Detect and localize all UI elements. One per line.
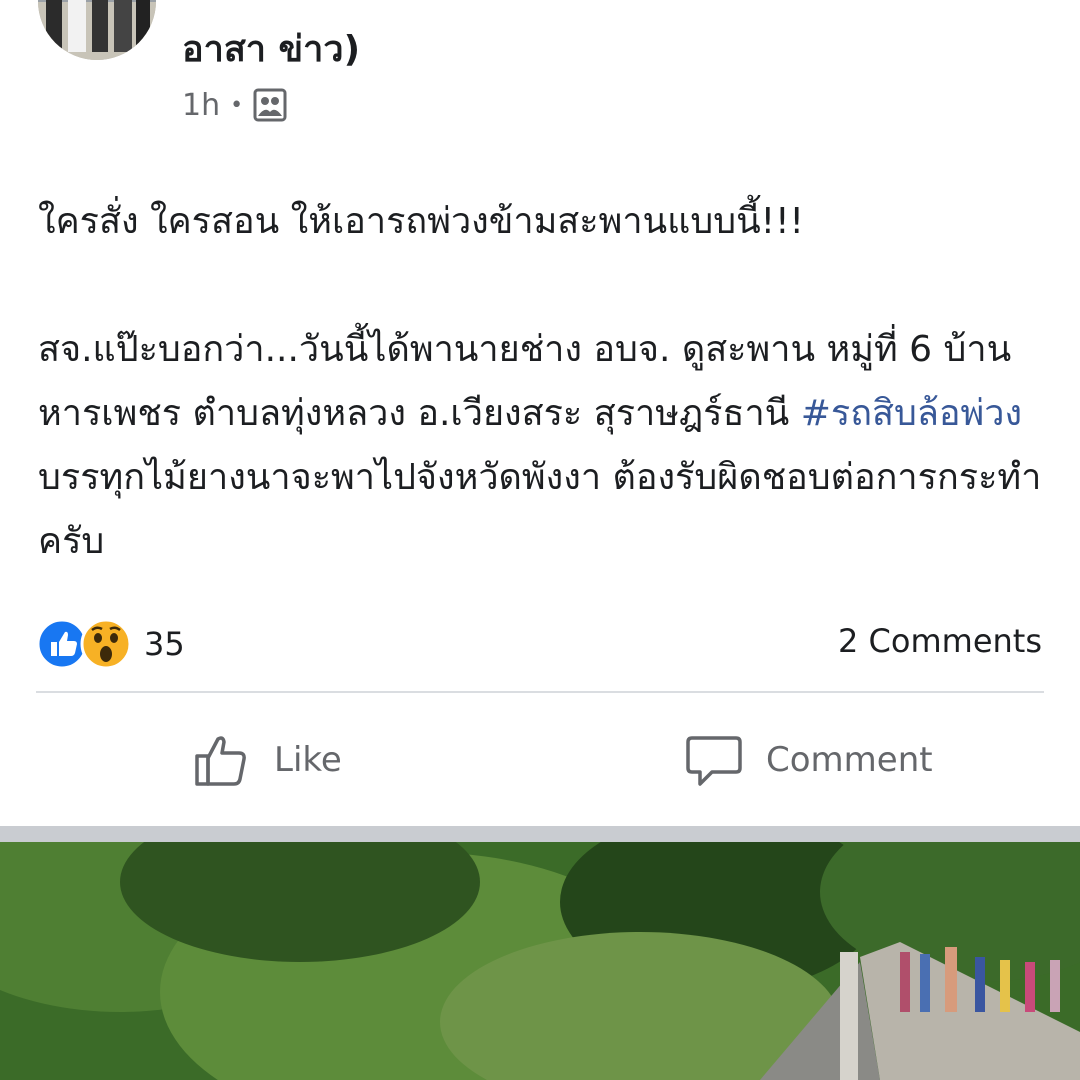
post-paragraph-text-end: บรรทุกไม้ยางนาจะพาไปจังหวัดพังงา ต้องรับ… (38, 457, 1042, 562)
post-headline: ใครสั่ง ใครสอน ให้เอารถพ่วงข้ามสะพานแบบน… (38, 201, 804, 242)
post-time[interactable]: 1h (182, 88, 220, 123)
wow-reaction-icon (80, 618, 132, 670)
author-name[interactable]: อาสา ข่าว) (182, 20, 360, 77)
photo-bridge-scene (0, 842, 1080, 1080)
comment-bubble-icon (686, 736, 742, 786)
post-separator (0, 826, 1080, 842)
like-label: Like (274, 740, 342, 780)
avatar-photo (38, 0, 156, 60)
meta-separator: • (230, 92, 244, 118)
like-button[interactable]: Like (192, 728, 342, 792)
comment-label: Comment (766, 740, 933, 780)
reactions-summary[interactable]: 35 (36, 618, 185, 670)
thumbs-up-icon (195, 736, 246, 786)
hashtag-link[interactable]: #รถสิบล้อพ่วง (801, 393, 1022, 434)
reaction-count: 35 (144, 625, 185, 663)
comment-button[interactable]: Comment (684, 728, 933, 792)
post-body: ใครสั่ง ใครสอน ให้เอารถพ่วงข้ามสะพานแบบน… (38, 190, 1048, 574)
post-photo[interactable] (0, 842, 1080, 1080)
comments-count-link[interactable]: 2 Comments (838, 622, 1042, 660)
post-meta: 1h • (182, 84, 287, 126)
post-paragraph: สจ.แป๊ะบอกว่า...วันนี้ได้พานายช่าง อบจ. … (38, 318, 1048, 574)
author-avatar[interactable] (38, 0, 156, 60)
group-icon[interactable] (253, 88, 287, 122)
actions-divider (36, 691, 1044, 693)
